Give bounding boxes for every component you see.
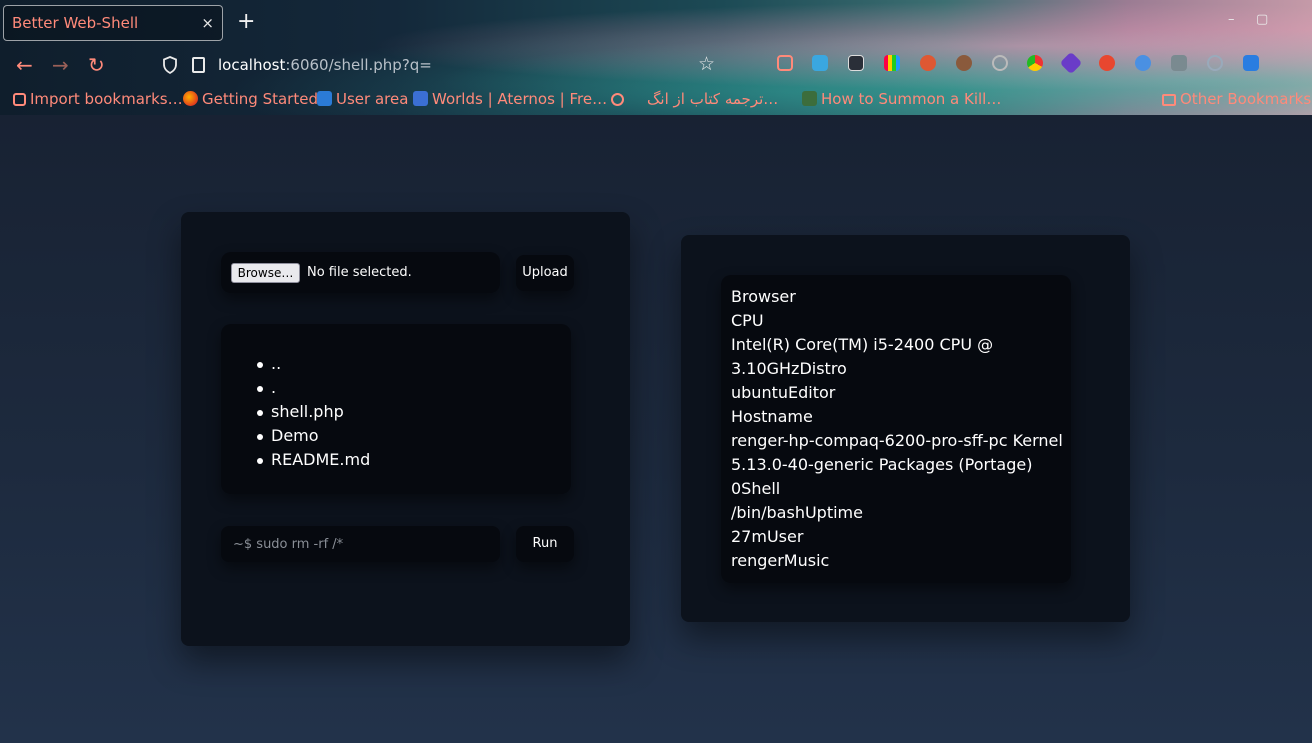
- system-info-line: ubuntuEditor: [731, 383, 836, 402]
- system-info-text: Browser CPU Intel(R) Core(TM) i5-2400 CPU …: [731, 285, 1067, 573]
- forward-button[interactable]: →: [52, 53, 69, 77]
- bookmark-label: Worlds | Aternos | Fre…: [432, 90, 608, 108]
- bookmark-star-icon[interactable]: ☆: [698, 53, 715, 75]
- settings-extension-icon[interactable]: [1207, 55, 1223, 71]
- run-button[interactable]: Run: [516, 526, 574, 562]
- system-info-line: renger-hp-compaq-6200-pro-sff-pc Kernel: [731, 431, 1063, 450]
- file-list-items: ... shell.php Demo README.md: [257, 352, 370, 472]
- file-list-item[interactable]: .: [257, 376, 370, 400]
- folder-icon: [1162, 94, 1176, 106]
- circle-extension-icon[interactable]: [992, 55, 1008, 71]
- bookmark-aternos[interactable]: Worlds | Aternos | Fre…: [413, 90, 607, 108]
- translate-extension-icon[interactable]: [1243, 55, 1259, 71]
- file-list-item[interactable]: ..: [257, 352, 370, 376]
- file-status-text: No file selected.: [307, 265, 412, 280]
- system-info-line: Browser: [731, 287, 796, 306]
- owl-extension-icon[interactable]: [956, 55, 972, 71]
- file-list-item[interactable]: Demo: [257, 424, 370, 448]
- system-info-line: Intel(R) Core(TM) i5-2400 CPU @: [731, 335, 994, 354]
- calendar-extension-icon[interactable]: [848, 55, 864, 71]
- url-host: localhost: [218, 56, 286, 74]
- bookmark-translation[interactable]: ترجمه کتاب از انگ…: [647, 90, 778, 108]
- file-list-item[interactable]: shell.php: [257, 400, 370, 424]
- url-path: :6060/shell.php?q=: [285, 56, 432, 74]
- maximize-icon[interactable]: ▢: [1256, 12, 1268, 27]
- duckduckgo-icon[interactable]: [920, 55, 936, 71]
- blocker-extension-icon[interactable]: [1099, 55, 1115, 71]
- bookmark-user-area[interactable]: User area: [317, 90, 408, 108]
- system-info-panel: Browser CPU Intel(R) Core(TM) i5-2400 CPU …: [681, 235, 1130, 622]
- system-info-line: /bin/bashUptime: [731, 503, 863, 522]
- firefox-icon: [183, 91, 198, 106]
- bookmark-label: Getting Started: [202, 90, 318, 108]
- system-info-line: Hostname: [731, 407, 813, 426]
- bookmark-summon[interactable]: How to Summon a Kill…: [802, 90, 1001, 108]
- system-info-line: rengerMusic: [731, 551, 830, 570]
- globe-extension-icon[interactable]: [1135, 55, 1151, 71]
- shield-extension-icon[interactable]: [812, 55, 828, 71]
- upload-button[interactable]: Upload: [516, 255, 574, 291]
- browse-button[interactable]: Browse…: [231, 263, 300, 283]
- reload-button[interactable]: ↻: [88, 53, 105, 77]
- file-list-item[interactable]: README.md: [257, 448, 370, 472]
- import-icon: [13, 93, 26, 106]
- system-info-line: 3.10GHzDistro: [731, 359, 847, 378]
- aternos-icon: [413, 91, 428, 106]
- system-info-line: 27mUser: [731, 527, 804, 546]
- page-icon: [192, 57, 205, 73]
- minimize-icon[interactable]: –: [1228, 12, 1235, 27]
- tab-title: Better Web-Shell: [12, 14, 139, 32]
- system-info-line: 0Shell: [731, 479, 781, 498]
- globe-icon: [611, 93, 624, 106]
- bookmark-label: Other Bookmarks: [1180, 90, 1312, 108]
- back-button[interactable]: ←: [16, 53, 33, 77]
- bookmark-getting-started[interactable]: Getting Started: [183, 90, 318, 108]
- url-bar[interactable]: localhost:6060/shell.php?q= ☆: [150, 50, 1300, 82]
- bookmark-label: How to Summon a Kill…: [821, 90, 1002, 108]
- tab-close-icon[interactable]: ×: [201, 6, 214, 40]
- bookmark-label: ترجمه کتاب از انگ…: [647, 90, 779, 108]
- new-tab-button[interactable]: +: [237, 9, 255, 35]
- page: Browse… No file selected. Upload ... shel…: [0, 115, 1312, 743]
- browser-chrome: Better Web-Shell × + – ▢ ← → ↻ localhost…: [0, 0, 1312, 115]
- browser-tab[interactable]: Better Web-Shell ×: [3, 5, 223, 41]
- shield-icon[interactable]: [162, 56, 178, 74]
- system-info-line: 5.13.0-40-generic Packages (Portage): [731, 455, 1033, 474]
- bookmark-other[interactable]: Other Bookmarks: [1162, 90, 1311, 108]
- bookmark-import[interactable]: Import bookmarks…: [13, 90, 183, 108]
- stats-extension-icon[interactable]: [884, 55, 900, 71]
- url-text[interactable]: localhost:6060/shell.php?q=: [218, 56, 432, 74]
- bookmark-label: User area: [336, 90, 409, 108]
- file-upload-field: Browse… No file selected.: [221, 252, 500, 293]
- bookmark-globe[interactable]: [611, 90, 628, 108]
- site-icon: [802, 91, 817, 106]
- chrome-extension-icon[interactable]: [1027, 55, 1043, 71]
- file-list: ... shell.php Demo README.md: [221, 324, 571, 494]
- system-info-line: CPU: [731, 311, 764, 330]
- system-info-card: Browser CPU Intel(R) Core(TM) i5-2400 CPU …: [721, 275, 1071, 583]
- file-manager-panel: Browse… No file selected. Upload ... shel…: [181, 212, 630, 646]
- puzzle-extension-icon[interactable]: [1171, 55, 1187, 71]
- bookmark-label: Import bookmarks…: [30, 90, 183, 108]
- tl-icon: [317, 91, 332, 106]
- command-input[interactable]: [221, 526, 500, 562]
- pocket-icon[interactable]: [777, 55, 793, 71]
